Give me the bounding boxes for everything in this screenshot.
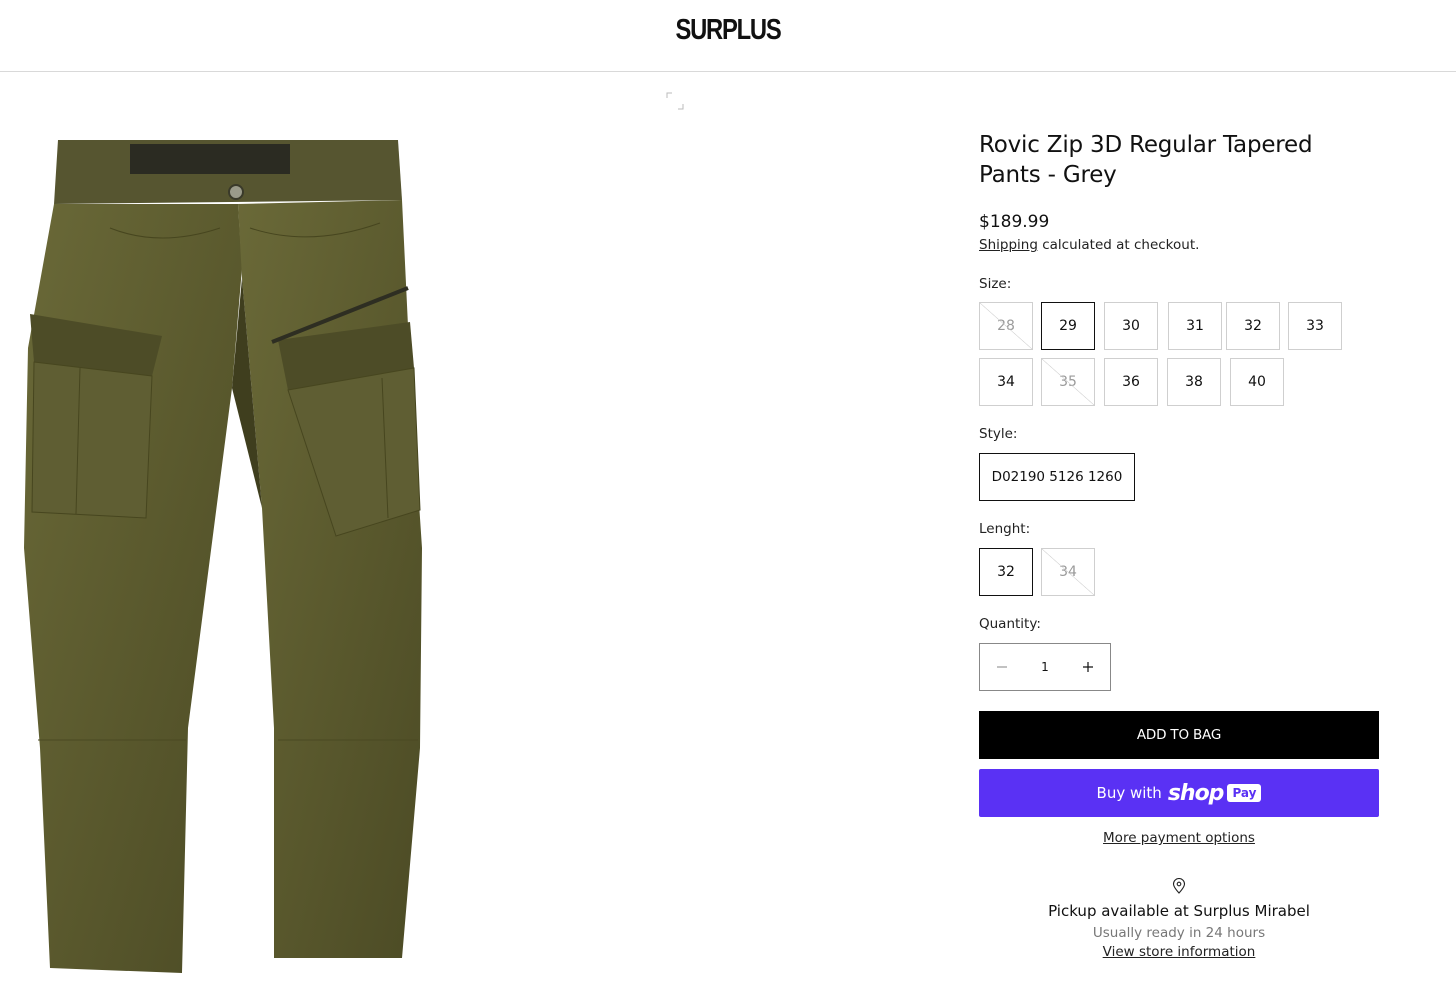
map-pin-icon <box>1172 878 1186 894</box>
view-store-information-link[interactable]: View store information <box>1103 944 1256 960</box>
length-label: Lenght: <box>979 521 1031 537</box>
style-label: Style: <box>979 426 1018 442</box>
size-option-32[interactable]: 32 <box>1226 302 1280 350</box>
shop-pay-button[interactable]: Buy with shop Pay <box>979 769 1379 817</box>
shipping-link[interactable]: Shipping <box>979 237 1038 253</box>
more-payment-options-link[interactable]: More payment options <box>1103 830 1255 846</box>
quantity-stepper <box>979 643 1111 691</box>
increase-quantity-button[interactable] <box>1066 644 1110 690</box>
length-option-32[interactable]: 32 <box>979 548 1033 596</box>
product-title: Rovic Zip 3D Regular Tapered Pants - Gre… <box>979 132 1313 188</box>
plus-icon <box>1083 662 1093 672</box>
size-label: Size: <box>979 276 1012 292</box>
product-image[interactable] <box>10 128 450 978</box>
buy-with-text: Buy with <box>1096 784 1162 802</box>
size-option-33[interactable]: 33 <box>1288 302 1342 350</box>
size-option-35[interactable]: 35 <box>1041 358 1095 406</box>
size-option-31[interactable]: 31 <box>1168 302 1222 350</box>
product-price: $189.99 <box>979 212 1050 232</box>
shipping-text: calculated at checkout. <box>1037 237 1200 253</box>
add-to-bag-button[interactable]: ADD TO BAG <box>979 711 1379 759</box>
quantity-label: Quantity: <box>979 616 1041 632</box>
expand-icon[interactable] <box>666 92 684 110</box>
size-option-34[interactable]: 34 <box>979 358 1033 406</box>
more-payment-options: More payment options <box>979 830 1379 846</box>
decrease-quantity-button[interactable] <box>980 644 1024 690</box>
pay-badge: Pay <box>1227 784 1262 802</box>
size-option-36[interactable]: 36 <box>1104 358 1158 406</box>
quantity-input[interactable] <box>1025 660 1065 674</box>
pickup-subtitle: Usually ready in 24 hours <box>1092 925 1266 941</box>
size-option-38[interactable]: 38 <box>1167 358 1221 406</box>
minus-icon <box>997 666 1007 668</box>
size-option-30[interactable]: 30 <box>1104 302 1158 350</box>
shipping-note: Shipping calculated at checkout. <box>979 237 1199 253</box>
size-option-40[interactable]: 40 <box>1230 358 1284 406</box>
site-header: SURPLUS <box>0 0 1456 72</box>
length-option-34[interactable]: 34 <box>1041 548 1095 596</box>
store-info: View store information <box>979 944 1379 960</box>
site-logo[interactable]: SURPLUS <box>131 14 1325 47</box>
size-option-29[interactable]: 29 <box>1041 302 1095 350</box>
pickup-title: Pickup available at Surplus Mirabel <box>1048 902 1310 920</box>
style-option[interactable]: D02190 5126 1260 <box>979 453 1135 501</box>
size-option-28[interactable]: 28 <box>979 302 1033 350</box>
shop-logo-text: shop <box>1167 780 1225 806</box>
